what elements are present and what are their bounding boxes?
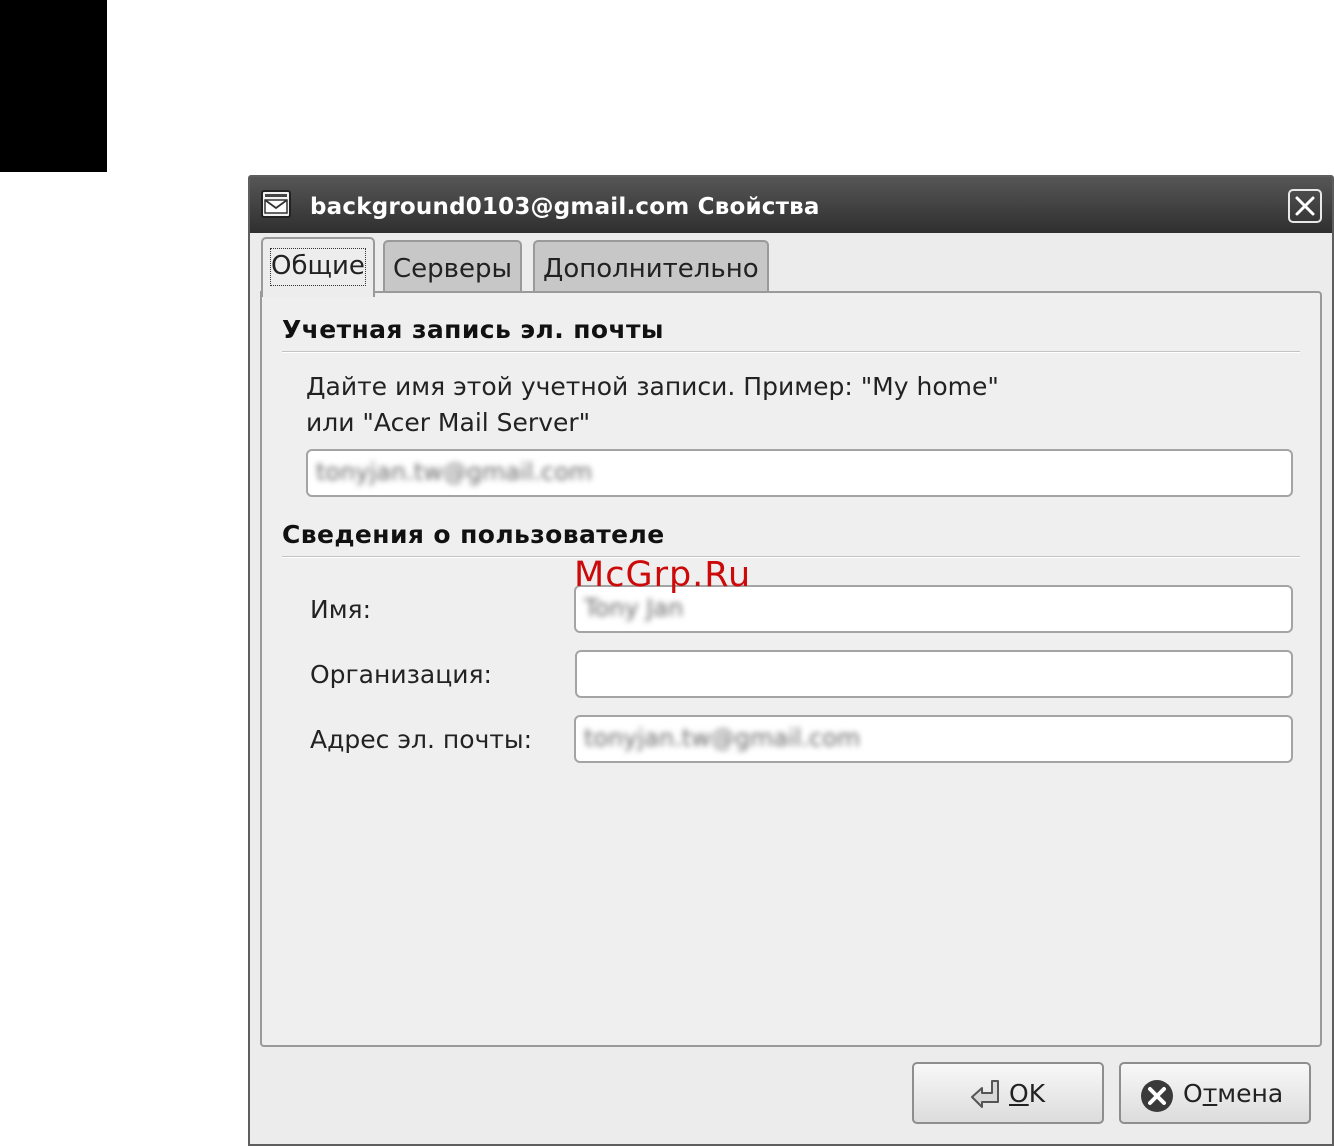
user-section-title: Сведения о пользователе <box>282 520 665 549</box>
section-divider <box>282 556 1300 558</box>
ok-button[interactable]: OK <box>912 1062 1104 1124</box>
organization-label: Организация: <box>310 660 492 689</box>
account-section-title: Учетная запись эл. почты <box>282 315 664 344</box>
organization-input[interactable] <box>575 650 1293 698</box>
email-input[interactable]: tonyjan.tw@gmail.com <box>574 715 1293 763</box>
section-divider <box>282 351 1300 353</box>
watermark: McGrp.Ru <box>574 555 752 595</box>
ok-arrow-icon <box>966 1077 1004 1117</box>
cancel-button[interactable]: Отмена <box>1119 1062 1311 1124</box>
cancel-button-label: Отмена <box>1183 1079 1284 1108</box>
name-value: Tony Jan <box>584 594 684 622</box>
window-title: background0103@gmail.com Свойства <box>310 194 820 220</box>
general-panel: Учетная запись эл. почты Дайте имя этой … <box>260 291 1322 1047</box>
tab-advanced[interactable]: Дополнительно <box>533 240 769 293</box>
tab-general[interactable]: Общие <box>261 237 375 297</box>
ok-button-label: OK <box>1009 1079 1046 1108</box>
account-description: Дайте имя этой учетной записи. Пример: "… <box>306 372 999 437</box>
name-label: Имя: <box>310 595 372 624</box>
tab-servers-label: Серверы <box>393 254 513 284</box>
title-bar[interactable]: background0103@gmail.com Свойства <box>250 177 1332 233</box>
tab-servers[interactable]: Серверы <box>383 240 523 293</box>
dialog-content: Общие Серверы Дополнительно Учетная запи… <box>250 233 1332 1144</box>
close-button[interactable] <box>1288 189 1322 223</box>
properties-dialog: background0103@gmail.com Свойства Общие … <box>248 175 1334 1146</box>
tab-general-label: Общие <box>270 248 366 286</box>
close-icon <box>1295 196 1315 216</box>
tab-advanced-label: Дополнительно <box>543 254 759 284</box>
account-name-input[interactable]: tonyjan.tw@gmail.com <box>306 449 1293 497</box>
mail-envelope-icon <box>260 188 292 220</box>
black-block <box>0 0 107 172</box>
email-label: Адрес эл. почты: <box>310 725 533 754</box>
account-name-value: tonyjan.tw@gmail.com <box>316 458 593 486</box>
email-value: tonyjan.tw@gmail.com <box>584 724 861 752</box>
cancel-x-icon <box>1139 1078 1175 1120</box>
